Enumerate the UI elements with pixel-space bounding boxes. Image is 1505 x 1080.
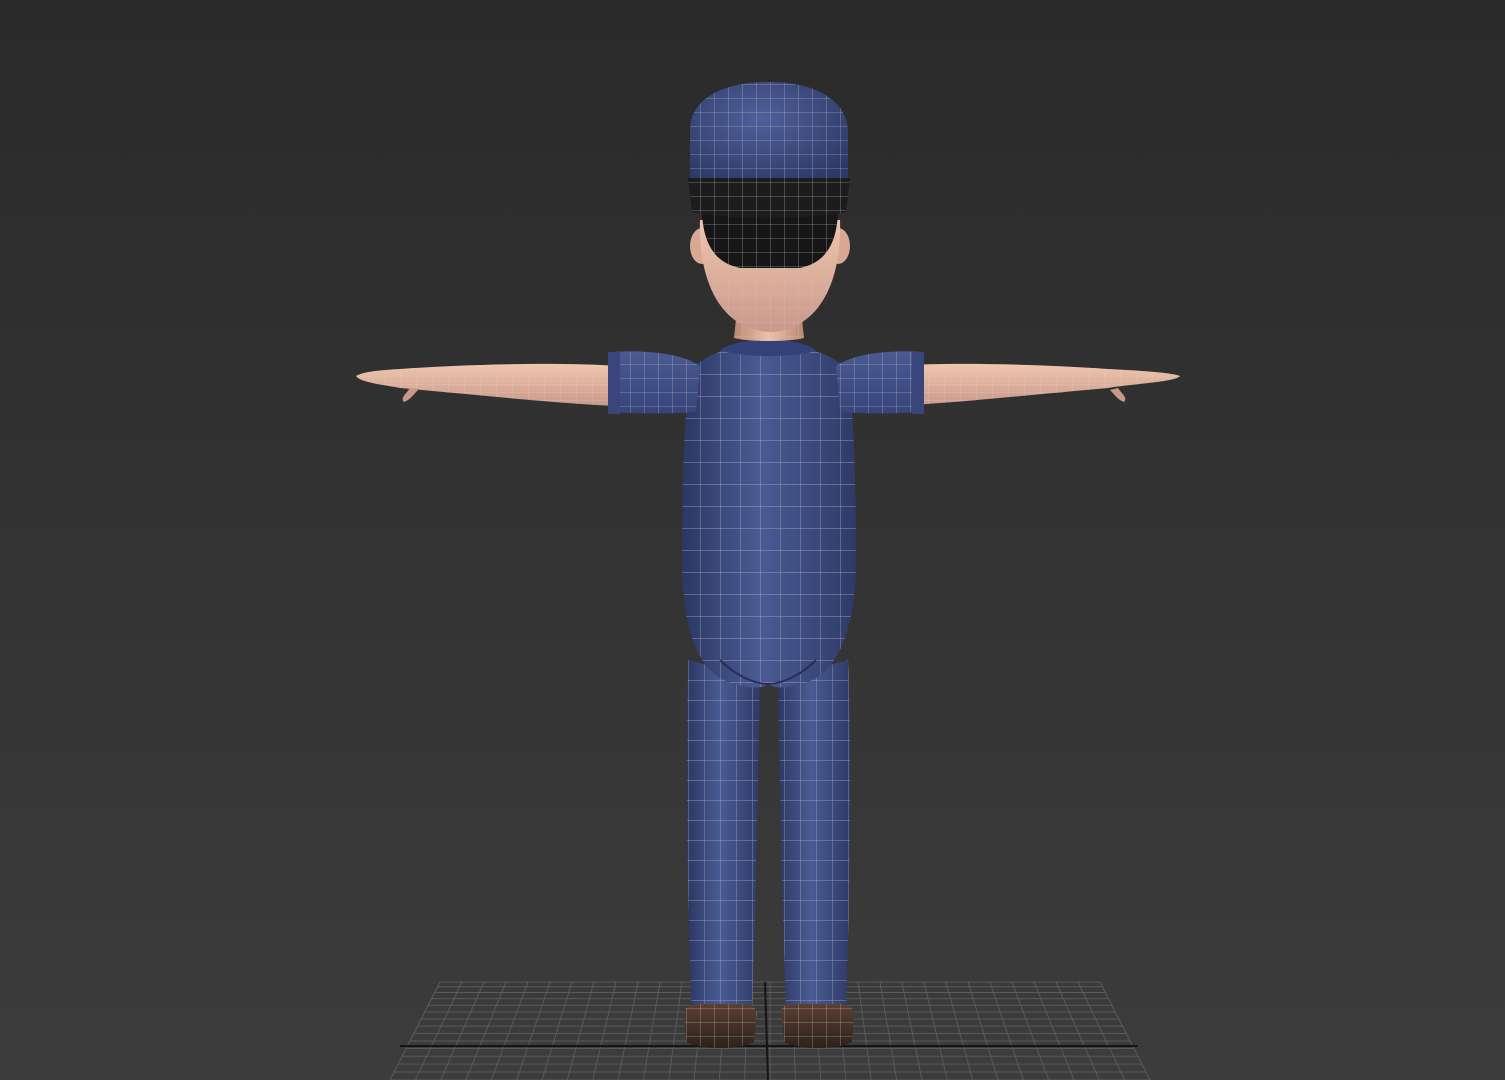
grid-line-vertical [1077, 981, 1126, 1080]
grid-line-vertical [541, 981, 573, 1080]
home-grid [389, 981, 1151, 1080]
right-shoe [781, 1004, 854, 1048]
perspective-viewport[interactable] [0, 0, 1505, 1080]
cap [688, 82, 850, 218]
left-leg [686, 660, 760, 1012]
torso-shirt [682, 339, 856, 688]
left-sleeve [608, 351, 700, 414]
viewport-scene [356, 82, 1180, 1080]
grid-axis-y [764, 981, 769, 1080]
grid-line-vertical [389, 981, 441, 1080]
right-arm [890, 363, 1180, 406]
grid-line-vertical [923, 981, 948, 1080]
grid-line-vertical [945, 981, 974, 1080]
grid-line-vertical [516, 981, 551, 1080]
grid-line-vertical [901, 981, 923, 1080]
grid-line-vertical [989, 981, 1024, 1080]
grid-line-vertical [566, 981, 595, 1080]
grid-line-vertical [1011, 981, 1050, 1080]
left-arm [356, 363, 618, 406]
grid-line-vertical [617, 981, 639, 1080]
grid-line-vertical [668, 981, 683, 1080]
grid-line-vertical [1055, 981, 1100, 1080]
grid-line-vertical [1099, 981, 1151, 1080]
right-leg [778, 660, 851, 1012]
grid-line-vertical [465, 981, 507, 1080]
grid-line-vertical [490, 981, 529, 1080]
grid-line-vertical [414, 981, 463, 1080]
grid-line-vertical [440, 981, 485, 1080]
grid-line-vertical [967, 981, 999, 1080]
character-model[interactable] [356, 82, 1180, 1048]
grid-line-vertical [592, 981, 617, 1080]
grid-line-vertical [642, 981, 661, 1080]
grid-line-vertical [879, 981, 898, 1080]
left-shoe [684, 1004, 757, 1048]
grid-line-vertical [1033, 981, 1075, 1080]
grid-line-vertical [857, 981, 872, 1080]
right-sleeve [836, 351, 924, 414]
